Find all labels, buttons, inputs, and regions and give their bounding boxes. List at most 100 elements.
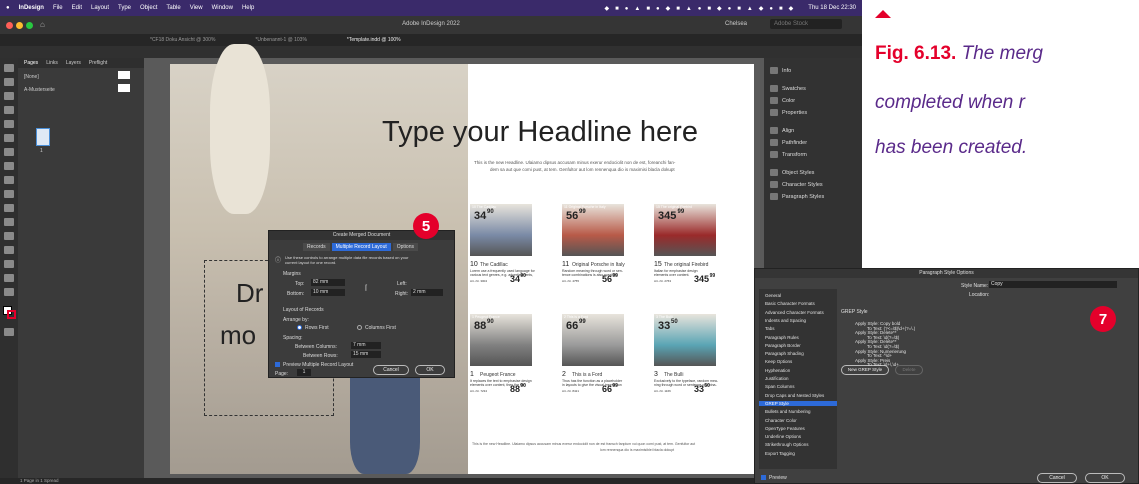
merge-cancel-button[interactable]: Cancel	[373, 365, 409, 375]
category-item[interactable]: Justification	[765, 376, 789, 381]
right-margin-field[interactable]: 2 mm	[411, 289, 443, 296]
apple-icon[interactable]: ●	[6, 5, 10, 11]
eyedropper-tool-icon[interactable]	[4, 260, 14, 268]
category-item[interactable]: Character Color	[765, 418, 797, 423]
transform-tool-icon[interactable]	[4, 218, 14, 226]
tab-pages[interactable]: Pages	[24, 60, 38, 66]
status-icons[interactable]: ◆■●▲■●◆■▲●■◆●■▲◆●■◆	[605, 5, 800, 12]
stroke-swatch-icon[interactable]	[7, 310, 16, 319]
panel-properties[interactable]: Properties	[782, 110, 807, 116]
category-item[interactable]: Basic Character Formats	[765, 301, 815, 306]
menu-table[interactable]: Table	[166, 5, 180, 11]
category-item[interactable]: Underline Options	[765, 434, 801, 439]
info-icon[interactable]	[770, 67, 778, 74]
bottom-margin-field[interactable]: 10 mm	[311, 289, 345, 296]
rows-first-radio[interactable]	[297, 325, 302, 330]
gap-tool-icon[interactable]	[4, 106, 14, 114]
category-item[interactable]: OpenType Features	[765, 426, 805, 431]
para-preview-checkbox[interactable]	[761, 475, 766, 480]
category-item[interactable]: Strikethrough Options	[765, 442, 809, 447]
between-rows-field[interactable]: 15 mm	[351, 351, 381, 358]
headline[interactable]: Type your Headline here	[382, 116, 698, 149]
menu-indesign[interactable]: InDesign	[19, 5, 44, 11]
tab-options[interactable]: Options	[392, 243, 418, 251]
selection-tool-icon[interactable]	[4, 64, 14, 72]
scissors-tool-icon[interactable]	[4, 204, 14, 212]
category-item[interactable]: Paragraph Border	[765, 343, 801, 348]
note-tool-icon[interactable]	[4, 246, 14, 254]
top-margin-field[interactable]: 82 mm	[311, 279, 345, 286]
menu-file[interactable]: File	[53, 5, 63, 11]
tab-links[interactable]: Links	[46, 60, 58, 66]
category-item[interactable]: Advanced Character Formats	[765, 310, 824, 315]
pen-tool-icon[interactable]	[4, 148, 14, 156]
between-columns-field[interactable]: 7 mm	[351, 342, 381, 349]
category-item[interactable]: Paragraph Shading	[765, 351, 804, 356]
grep-rule-to-text[interactable]: To Text: \d+\,\d+	[867, 362, 899, 367]
panel-color[interactable]: Color	[782, 98, 795, 104]
category-item[interactable]: General	[765, 293, 781, 298]
page-1-thumbnail[interactable]	[36, 128, 50, 146]
page-tool-icon[interactable]	[4, 92, 14, 100]
master-page-label[interactable]: A-Musterseite	[24, 87, 55, 93]
zoom-tool-icon[interactable]	[4, 288, 14, 296]
category-item[interactable]: GREP Style	[759, 400, 837, 406]
paragraph-styles-icon[interactable]	[770, 193, 778, 200]
doc-tab-1[interactable]: *CF18 Doku Ansicht @ 300%	[150, 37, 215, 43]
page-field[interactable]: 1	[297, 369, 311, 376]
category-item[interactable]: Export Tagging	[765, 451, 795, 456]
document-spread[interactable]: Dr mo Type your Headline here This is th…	[170, 44, 754, 474]
menu-help[interactable]: Help	[242, 5, 254, 11]
menu-layout[interactable]: Layout	[91, 5, 109, 11]
object-styles-icon[interactable]	[770, 169, 778, 176]
gradient-tool-icon[interactable]	[4, 232, 14, 240]
swatches-icon[interactable]	[770, 85, 778, 92]
panel-character-styles[interactable]: Character Styles	[782, 182, 823, 188]
para-cancel-button[interactable]: Cancel	[1037, 473, 1077, 483]
character-styles-icon[interactable]	[770, 181, 778, 188]
category-item[interactable]: Hyphenation	[765, 368, 790, 373]
preview-checkbox[interactable]	[275, 362, 280, 367]
rectangle-tool-icon[interactable]	[4, 190, 14, 198]
menu-type[interactable]: Type	[118, 5, 131, 11]
master-page-thumb[interactable]	[118, 84, 130, 92]
category-item[interactable]: Span Columns	[765, 384, 795, 389]
merge-ok-button[interactable]: OK	[415, 365, 445, 375]
direct-selection-tool-icon[interactable]	[4, 78, 14, 86]
category-item[interactable]: Paragraph Rules	[765, 335, 799, 340]
delete-grep-button[interactable]: Delete	[895, 365, 923, 375]
panel-align[interactable]: Align	[782, 128, 794, 134]
columns-first-radio[interactable]	[357, 325, 362, 330]
color-icon[interactable]	[770, 97, 778, 104]
properties-icon[interactable]	[770, 109, 778, 116]
menu-edit[interactable]: Edit	[72, 5, 82, 11]
menu-window[interactable]: Window	[212, 5, 233, 11]
screen-mode-icon[interactable]	[4, 328, 14, 336]
tab-preflight[interactable]: Preflight	[89, 60, 107, 66]
doc-tab-2[interactable]: *Unbenannt-1 @ 103%	[255, 37, 307, 43]
category-item[interactable]: Tabs	[765, 326, 775, 331]
pencil-tool-icon[interactable]	[4, 162, 14, 170]
stock-search-input[interactable]: Adobe Stock	[770, 19, 842, 29]
category-item[interactable]: Keep Options	[765, 359, 792, 364]
category-item[interactable]: Drop Caps and Nested Styles	[765, 393, 824, 398]
frame-tool-icon[interactable]	[4, 176, 14, 184]
line-tool-icon[interactable]	[4, 134, 14, 142]
tab-records[interactable]: Records	[303, 243, 330, 251]
hand-tool-icon[interactable]	[4, 274, 14, 282]
tab-layers[interactable]: Layers	[66, 60, 81, 66]
panel-pathfinder[interactable]: Pathfinder	[782, 140, 807, 146]
panel-info[interactable]: Info	[782, 68, 791, 74]
panel-transform[interactable]: Transform	[782, 152, 807, 158]
panel-swatches[interactable]: Swatches	[782, 86, 806, 92]
type-tool-icon[interactable]	[4, 120, 14, 128]
tab-multiple-record-layout[interactable]: Multiple Record Layout	[331, 243, 391, 251]
align-icon[interactable]	[770, 127, 778, 134]
clock[interactable]: Thu 18 Dec 22:30	[808, 5, 856, 11]
workspace-switcher[interactable]: Chelsea	[725, 21, 747, 27]
link-margins-icon[interactable]: ⌈	[365, 284, 368, 292]
category-item[interactable]: Bullets and Numbering	[765, 409, 811, 414]
transform-icon[interactable]	[770, 151, 778, 158]
none-master-thumb[interactable]	[118, 71, 130, 79]
menu-view[interactable]: View	[190, 5, 203, 11]
